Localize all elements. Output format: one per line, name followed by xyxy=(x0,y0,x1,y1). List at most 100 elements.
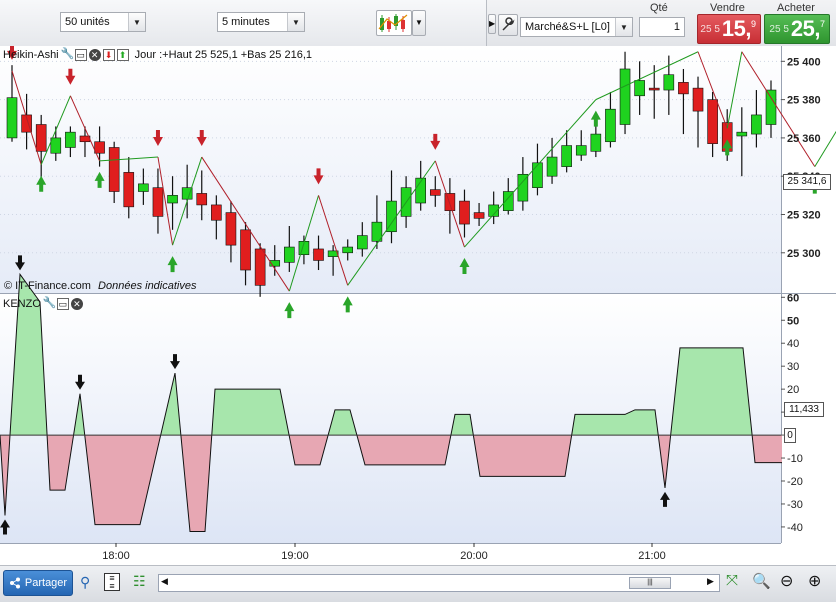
order-type-select[interactable]: Marché&S+L [L0] ▼ xyxy=(520,17,633,37)
chart-area: 25 30025 32025 34025 36025 38025 400 -40… xyxy=(0,46,836,565)
candle-up xyxy=(386,200,397,233)
price-tick-label: 25 320 xyxy=(787,209,821,221)
wrench-icon xyxy=(502,17,515,31)
current-indicator-marker: 11,433 xyxy=(784,402,824,417)
candle-up xyxy=(605,108,616,143)
indicator-tick-label: 60 xyxy=(787,292,799,304)
time-tick-label: 19:00 xyxy=(281,550,309,562)
arrow-down-icon[interactable]: ⬇ xyxy=(102,49,115,61)
collapse-panel-button[interactable]: ▶ xyxy=(488,14,496,34)
candle-down xyxy=(94,141,105,154)
scroll-right-icon[interactable]: ▶ xyxy=(707,576,714,587)
qty-label: Qté xyxy=(650,2,668,14)
candle-up xyxy=(663,74,675,91)
price-tick-label: 25 360 xyxy=(787,133,821,145)
candle-up xyxy=(590,133,602,152)
scroll-thumb[interactable]: ||| xyxy=(629,577,671,589)
candle-up xyxy=(619,68,631,125)
zero-marker: 0 xyxy=(784,428,796,443)
wrench-icon[interactable]: 🔧 xyxy=(43,298,57,310)
buy-price-prefix: 25 5 xyxy=(769,23,789,35)
chevron-down-icon: ▼ xyxy=(615,18,632,36)
candle-down xyxy=(678,82,689,95)
zoom-out-icon[interactable]: ⊖ xyxy=(780,571,793,591)
window-icon[interactable]: ▭ xyxy=(56,298,69,310)
candle-up xyxy=(357,235,368,250)
candle-down xyxy=(429,189,441,196)
chevron-down-icon: ▼ xyxy=(128,13,145,31)
close-icon[interactable]: ✕ xyxy=(88,49,101,61)
arrow-up-icon[interactable]: ⬆ xyxy=(116,49,129,61)
sell-price-decimal: 9 xyxy=(750,19,756,29)
fit-chart-icon[interactable]: ⤧ xyxy=(726,572,738,589)
close-icon[interactable]: ✕ xyxy=(70,298,83,310)
scroll-left-icon[interactable]: ◀ xyxy=(161,576,168,587)
indicator-name[interactable]: Heikin-Ashi xyxy=(3,49,59,61)
indicator-tick-label: 40 xyxy=(787,338,799,350)
candle-up xyxy=(50,137,62,154)
share-button-label: Partager xyxy=(24,577,68,589)
candles-icon xyxy=(378,14,408,32)
chart-style-button[interactable] xyxy=(376,10,412,36)
zero-value: 0 xyxy=(787,430,793,441)
candle-down xyxy=(648,87,660,91)
quantity-select[interactable]: 50 unités ▼ xyxy=(60,12,146,32)
candle-up xyxy=(532,162,543,188)
candle-down xyxy=(692,87,704,112)
current-price-value: 25 341,6 xyxy=(787,176,827,187)
price-panel-header: Heikin-Ashi 🔧 ▭ ✕ ⬇ ⬆ Jour :+Haut 25 525… xyxy=(3,47,312,63)
candle-down xyxy=(444,193,456,211)
indicator-panel-name[interactable]: KENZO xyxy=(3,298,41,310)
indicators-icon[interactable]: ☷ xyxy=(133,573,146,590)
chevron-right-icon: ▶ xyxy=(489,19,496,28)
time-tick-label: 21:00 xyxy=(638,550,666,562)
current-price-marker: 25 341,6 xyxy=(783,174,831,190)
candle-down xyxy=(459,200,470,225)
sell-button[interactable]: 25 5 15, 9 xyxy=(697,14,761,44)
candle-up xyxy=(138,183,149,192)
qty-input[interactable]: 1 xyxy=(639,17,685,37)
zoom-area-icon[interactable]: 🔍 xyxy=(752,572,771,590)
copyright-text: © IT-Finance.com xyxy=(4,280,91,292)
candle-down xyxy=(473,212,485,219)
candle-down xyxy=(240,229,251,271)
chevron-down-icon: ▼ xyxy=(287,13,304,31)
list-icon[interactable]: ≡ ≡ xyxy=(104,573,120,591)
indicator-tick-label: -10 xyxy=(787,453,803,465)
indicator-tick-label: -30 xyxy=(787,499,803,511)
time-tick-label: 20:00 xyxy=(460,550,488,562)
data-source-note: © IT-Finance.com Données indicatives xyxy=(4,280,196,292)
day-high-low-info: Jour :+Haut 25 525,1 +Bas 25 216,1 xyxy=(134,49,312,61)
buy-price-main: 25, xyxy=(790,16,821,41)
candle-up xyxy=(736,131,748,137)
window-icon[interactable]: ▭ xyxy=(74,49,87,61)
kenzo-positive-area xyxy=(670,347,753,436)
kenzo-negative-area xyxy=(356,435,451,465)
candle-down xyxy=(35,124,47,152)
sell-price-main: 15, xyxy=(721,16,752,41)
share-button[interactable]: Partager xyxy=(3,570,73,596)
sell-label: Vendre xyxy=(710,2,745,14)
timeframe-select-value: 5 minutes xyxy=(222,16,270,28)
candle-down xyxy=(254,248,266,286)
indicator-tick-label: -40 xyxy=(787,522,803,534)
drawing-tools-icon[interactable]: ⚲ xyxy=(80,574,90,591)
timeframe-select[interactable]: 5 minutes ▼ xyxy=(217,12,305,32)
candle-up xyxy=(167,195,178,204)
quantity-select-value: 50 unités xyxy=(65,16,110,28)
candle-down xyxy=(707,99,718,144)
kenzo-positive-area xyxy=(211,389,290,436)
indicator-tick-label: -20 xyxy=(787,476,803,488)
wrench-icon[interactable]: 🔧 xyxy=(61,49,75,61)
time-scrollbar[interactable]: ◀ ||| ▶ xyxy=(158,574,720,592)
indicator-tick-label: 50 xyxy=(787,315,799,327)
candle-down xyxy=(196,193,208,206)
top-toolbar: 50 unités ▼ 5 minutes ▼ ▼ ▶ Marché&S+L [… xyxy=(0,0,836,47)
sell-price-prefix: 25 5 xyxy=(700,23,720,35)
buy-button[interactable]: 25 5 25, 7 xyxy=(764,14,830,44)
candle-down xyxy=(123,172,135,208)
settings-button[interactable] xyxy=(498,14,518,36)
candle-up xyxy=(546,156,558,177)
chart-style-dropdown[interactable]: ▼ xyxy=(412,10,426,36)
zoom-in-icon[interactable]: ⊕ xyxy=(808,571,821,591)
